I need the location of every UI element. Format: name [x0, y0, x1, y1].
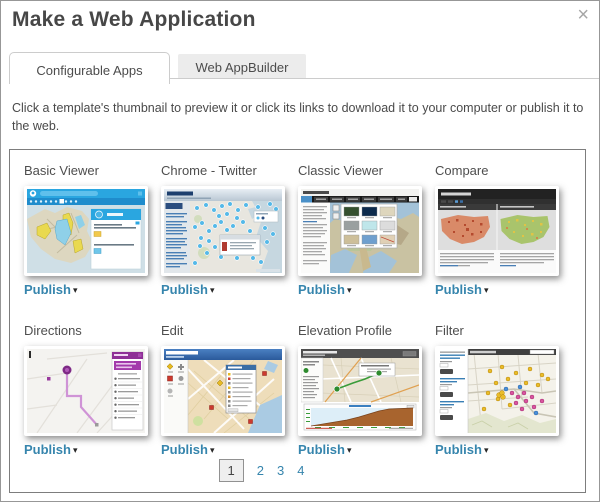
template-title: Directions [24, 323, 161, 338]
template-title: Basic Viewer [24, 163, 161, 178]
template-title: Chrome - Twitter [161, 163, 298, 178]
template-card-chrome-twitter: Chrome - Twitter [161, 163, 298, 303]
page-4-link[interactable]: 4 [297, 463, 304, 478]
close-icon[interactable]: × [577, 5, 589, 25]
edit-thumbnail-art [164, 349, 282, 433]
caret-down-icon: ▾ [347, 445, 352, 455]
caret-down-icon: ▾ [210, 445, 215, 455]
publish-link[interactable]: Publish▾ [435, 442, 572, 457]
template-card-basic-viewer: Basic Viewer [24, 163, 161, 303]
tab-configurable-apps[interactable]: Configurable Apps [9, 52, 170, 84]
template-gallery: Basic Viewer [9, 149, 586, 493]
chrome-twitter-thumbnail[interactable] [161, 186, 285, 276]
elevation-profile-thumbnail-art [301, 349, 419, 433]
elevation-profile-thumbnail[interactable] [298, 346, 422, 436]
filter-thumbnail-art [438, 349, 556, 433]
make-web-application-dialog: Make a Web Application × Configurable Ap… [0, 0, 600, 502]
edit-thumbnail[interactable] [161, 346, 285, 436]
template-card-compare: Compare [435, 163, 572, 303]
directions-thumbnail-art [27, 349, 145, 433]
publish-link[interactable]: Publish▾ [435, 282, 572, 297]
dialog-title: Make a Web Application [12, 8, 256, 32]
page-1-current[interactable]: 1 [219, 459, 244, 482]
compare-thumbnail-art [438, 189, 556, 273]
compare-thumbnail[interactable] [435, 186, 559, 276]
chrome-twitter-thumbnail-art [164, 189, 282, 273]
tab-web-appbuilder[interactable]: Web AppBuilder [178, 54, 306, 78]
publish-link[interactable]: Publish▾ [24, 282, 161, 297]
page-3-link[interactable]: 3 [277, 463, 284, 478]
publish-link[interactable]: Publish▾ [161, 282, 298, 297]
template-title: Compare [435, 163, 572, 178]
page-2-link[interactable]: 2 [257, 463, 264, 478]
template-card-filter: Filter [435, 323, 572, 463]
publish-link[interactable]: Publish▾ [298, 442, 435, 457]
template-grid: Basic Viewer [10, 150, 585, 463]
basic-viewer-thumbnail[interactable] [24, 186, 148, 276]
publish-link[interactable]: Publish▾ [24, 442, 161, 457]
publish-link[interactable]: Publish▾ [161, 442, 298, 457]
caret-down-icon: ▾ [347, 285, 352, 295]
template-title: Elevation Profile [298, 323, 435, 338]
caret-down-icon: ▾ [73, 445, 78, 455]
basic-viewer-thumbnail-art [27, 189, 145, 273]
template-card-directions: Directions [24, 323, 161, 463]
tab-divider [170, 78, 599, 79]
filter-thumbnail[interactable] [435, 346, 559, 436]
instructions-text: Click a template's thumbnail to preview … [12, 99, 590, 135]
caret-down-icon: ▾ [484, 285, 489, 295]
caret-down-icon: ▾ [210, 285, 215, 295]
template-card-classic-viewer: Classic Viewer [298, 163, 435, 303]
classic-viewer-thumbnail-art [301, 189, 419, 273]
template-card-edit: Edit [161, 323, 298, 463]
publish-link[interactable]: Publish▾ [298, 282, 435, 297]
caret-down-icon: ▾ [484, 445, 489, 455]
pagination: 1 2 3 4 [10, 459, 585, 482]
directions-thumbnail[interactable] [24, 346, 148, 436]
caret-down-icon: ▾ [73, 285, 78, 295]
template-card-elevation-profile: Elevation Profile [298, 323, 435, 463]
classic-viewer-thumbnail[interactable] [298, 186, 422, 276]
template-title: Filter [435, 323, 572, 338]
template-title: Classic Viewer [298, 163, 435, 178]
template-title: Edit [161, 323, 298, 338]
